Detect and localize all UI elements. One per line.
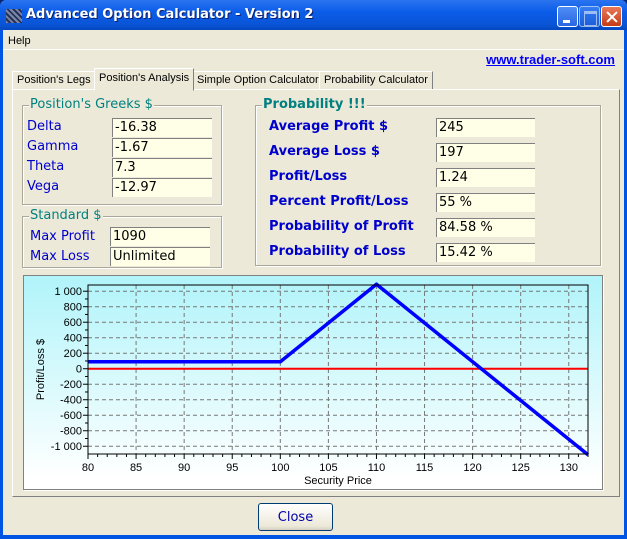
x-tick-label: 120 bbox=[463, 462, 481, 474]
theta-label: Theta bbox=[27, 159, 65, 174]
probability-of-profit-field[interactable]: 84.58 % bbox=[436, 218, 535, 237]
average-profit-field[interactable]: 245 bbox=[436, 118, 535, 137]
standard-group-title: Standard $ bbox=[29, 208, 103, 223]
chart-svg: 80 85 90 95 100 105 110 115 120 125 130 1 000 800 600… bbox=[35, 282, 590, 487]
menu-bar: Help bbox=[3, 30, 624, 50]
x-tick-label: 130 bbox=[560, 462, 578, 474]
max-profit-field[interactable]: 1090 bbox=[110, 227, 210, 246]
max-loss-label: Max Loss bbox=[30, 249, 90, 264]
probability-of-profit-label: Probability of Profit bbox=[269, 219, 414, 234]
x-tick-label: 105 bbox=[319, 462, 337, 474]
average-profit-label: Average Profit $ bbox=[269, 119, 389, 134]
profit-loss-field[interactable]: 1.24 bbox=[436, 168, 535, 187]
y-tick-label: 600 bbox=[64, 317, 82, 329]
x-tick-label: 110 bbox=[368, 462, 386, 474]
x-axis-label: Security Price bbox=[304, 475, 372, 487]
x-tick-label: 85 bbox=[130, 462, 142, 474]
percent-profit-loss-label: Percent Profit/Loss bbox=[269, 194, 409, 209]
average-loss-label: Average Loss $ bbox=[269, 144, 380, 159]
series-layer bbox=[88, 282, 590, 457]
y-tick-label: -400 bbox=[60, 395, 82, 407]
y-tick-label: 800 bbox=[64, 302, 82, 314]
probability-of-loss-label: Probability of Loss bbox=[269, 244, 406, 259]
profit-loss-chart: 80 85 90 95 100 105 110 115 120 125 130 1 000 800 600… bbox=[23, 275, 603, 490]
client-area: Help www.trader-soft.com Position's Legs… bbox=[3, 30, 624, 535]
y-tick-label: 200 bbox=[64, 348, 82, 360]
vega-field[interactable]: -12.97 bbox=[112, 178, 212, 197]
tab-simple-option-calculator[interactable]: Simple Option Calculator bbox=[192, 71, 324, 90]
x-tick-label: 115 bbox=[416, 462, 434, 474]
close-window-button[interactable] bbox=[601, 6, 622, 27]
close-button[interactable]: Close bbox=[258, 503, 333, 531]
x-tick-label: 80 bbox=[82, 462, 94, 474]
delta-field[interactable]: -16.38 bbox=[112, 118, 212, 137]
tab-positions-legs[interactable]: Position's Legs bbox=[12, 71, 96, 90]
x-tick-label: 100 bbox=[271, 462, 289, 474]
window-title: Advanced Option Calculator - Version 2 bbox=[26, 7, 314, 22]
y-tick-label: 0 bbox=[76, 364, 82, 376]
profit-loss-label: Profit/Loss bbox=[269, 169, 348, 184]
tab-probability-calculator[interactable]: Probability Calculator bbox=[319, 71, 433, 90]
minimize-button[interactable] bbox=[557, 6, 578, 27]
app-icon bbox=[6, 9, 22, 23]
delta-label: Delta bbox=[27, 119, 62, 134]
gamma-label: Gamma bbox=[27, 139, 79, 154]
y-axis-label: Profit/Loss $ bbox=[35, 339, 47, 400]
y-tick-label: -800 bbox=[60, 426, 82, 438]
theta-field[interactable]: 7.3 bbox=[112, 158, 212, 177]
vega-label: Vega bbox=[27, 179, 60, 194]
x-tick-label: 90 bbox=[178, 462, 190, 474]
y-tick-label: -600 bbox=[60, 410, 82, 422]
tab-positions-analysis[interactable]: Position's Analysis bbox=[94, 68, 195, 91]
probability-of-loss-field[interactable]: 15.42 % bbox=[436, 243, 535, 262]
app-window: Advanced Option Calculator - Version 2 H… bbox=[0, 0, 627, 539]
max-loss-field[interactable]: Unlimited bbox=[110, 247, 210, 266]
x-tick-label: 95 bbox=[226, 462, 238, 474]
gamma-field[interactable]: -1.67 bbox=[112, 138, 212, 157]
y-tick-label: -200 bbox=[60, 379, 82, 391]
greeks-group-title: Position's Greeks $ bbox=[29, 97, 154, 112]
probability-group-title: Probability !!! bbox=[262, 97, 367, 112]
percent-profit-loss-field[interactable]: 55 % bbox=[436, 193, 535, 212]
x-tick-label: 125 bbox=[512, 462, 530, 474]
average-loss-field[interactable]: 197 bbox=[436, 143, 535, 162]
menu-help[interactable]: Help bbox=[8, 35, 31, 47]
max-profit-label: Max Profit bbox=[30, 229, 95, 244]
y-tick-label: 1 000 bbox=[54, 286, 82, 298]
maximize-button[interactable] bbox=[579, 6, 600, 27]
trader-soft-link[interactable]: www.trader-soft.com bbox=[486, 52, 615, 67]
title-bar[interactable]: Advanced Option Calculator - Version 2 bbox=[0, 0, 627, 30]
y-tick-label: -1 000 bbox=[51, 441, 82, 453]
y-tick-label: 400 bbox=[64, 333, 82, 345]
